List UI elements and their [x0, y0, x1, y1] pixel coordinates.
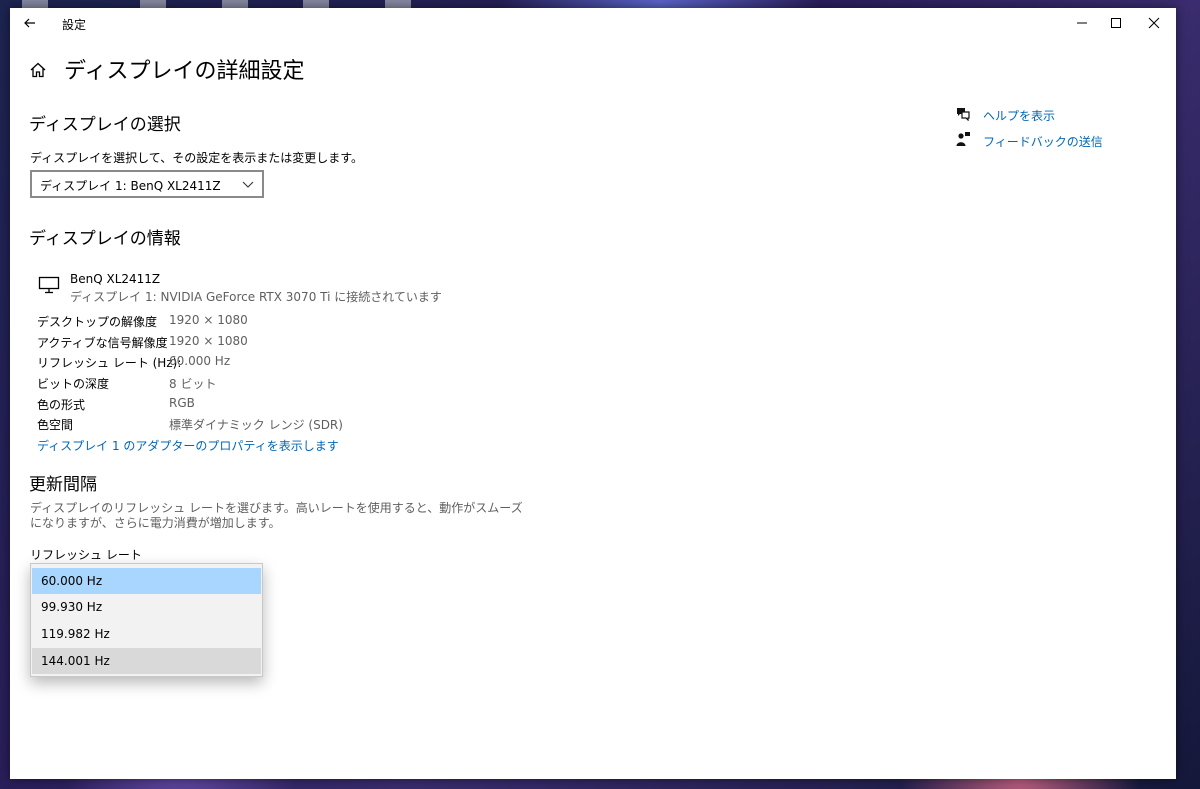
refresh-option[interactable]: 144.001 Hz: [32, 648, 261, 674]
back-arrow-icon: [24, 18, 35, 28]
page-title: ディスプレイの詳細設定: [64, 59, 305, 84]
info-value: 60.000 Hz: [169, 354, 231, 368]
monitor-icon: [38, 276, 60, 294]
refresh-rate-label: リフレッシュ レート: [30, 548, 142, 562]
adapter-properties-link[interactable]: ディスプレイ 1 のアダプターのプロパティを表示します: [37, 437, 339, 454]
select-display-heading: ディスプレイの選択: [29, 115, 181, 135]
home-button[interactable]: [28, 60, 48, 80]
refresh-option-label: 144.001 Hz: [41, 654, 110, 668]
help-chat-icon: [957, 108, 970, 121]
feedback-link[interactable]: フィードバックの送信: [983, 133, 1103, 150]
background-stripe: [303, 0, 329, 8]
info-value: 1920 × 1080: [169, 313, 248, 327]
refresh-option-label: 119.982 Hz: [41, 627, 110, 641]
monitor-name: BenQ XL2411Z: [70, 272, 161, 286]
info-label: 色空間: [37, 418, 74, 432]
close-button[interactable]: [1131, 8, 1177, 38]
monitor-connection: ディスプレイ 1: NVIDIA GeForce RTX 3070 Ti に接続…: [70, 290, 442, 304]
home-icon: [30, 62, 46, 78]
background-stripe: [222, 0, 248, 8]
info-label: 色の形式: [37, 398, 86, 412]
feedback-person-icon: [956, 132, 970, 146]
refresh-description-line2: になりますが、さらに電力消費が増加します。: [30, 516, 281, 530]
info-value: 1920 × 1080: [169, 334, 248, 348]
refresh-option-label: 60.000 Hz: [41, 574, 103, 588]
select-display-description: ディスプレイを選択して、その設定を表示または変更します。: [30, 151, 364, 165]
display-select[interactable]: ディスプレイ 1: BenQ XL2411Z: [30, 170, 264, 198]
back-button[interactable]: [20, 13, 40, 33]
close-icon: [1148, 17, 1160, 29]
display-select-value: ディスプレイ 1: BenQ XL2411Z: [40, 179, 221, 193]
refresh-option[interactable]: 119.982 Hz: [32, 621, 261, 647]
refresh-option[interactable]: 60.000 Hz: [32, 568, 261, 594]
info-label: ビットの深度: [37, 377, 110, 391]
info-label: デスクトップの解像度: [37, 315, 158, 329]
background-stripe: [140, 0, 166, 8]
refresh-option-label: 99.930 Hz: [41, 600, 103, 614]
refresh-rate-dropdown[interactable]: 60.000 Hz 99.930 Hz 119.982 Hz 144.001 H…: [30, 563, 263, 677]
refresh-heading: 更新間隔: [29, 475, 97, 495]
chevron-down-icon: [242, 181, 254, 188]
settings-window: 設定 ディスプレイの詳細設定 ディスプレイの選択 ディスプレイを選択して、その設…: [10, 8, 1176, 779]
info-value: 8 ビット: [169, 377, 217, 391]
background-stripe: [385, 0, 411, 8]
background-stripe: [22, 0, 48, 8]
title-bar: 設定: [10, 8, 1176, 38]
window-title: 設定: [62, 18, 87, 32]
info-value: 標準ダイナミック レンジ (SDR): [169, 418, 343, 432]
info-label: アクティブな信号解像度: [37, 336, 168, 350]
refresh-option[interactable]: 99.930 Hz: [32, 594, 261, 620]
display-info-heading: ディスプレイの情報: [29, 229, 181, 249]
info-value: RGB: [169, 396, 195, 410]
help-link[interactable]: ヘルプを表示: [983, 107, 1055, 124]
info-label: リフレッシュ レート (Hz):: [37, 356, 182, 370]
